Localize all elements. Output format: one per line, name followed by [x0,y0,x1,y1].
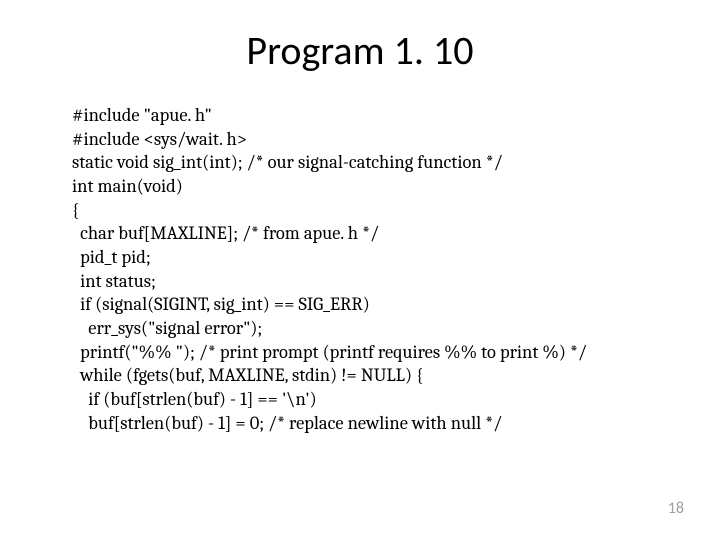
code-line: err_sys("signal error"); [72,317,672,341]
code-line: pid_t pid; [72,246,672,270]
slide: Program 1. 10 #include "apue. h" #includ… [0,0,720,540]
code-line: int main(void) [72,175,672,199]
code-line: #include "apue. h" [72,104,672,128]
code-line: if (signal(SIGINT, sig_int) == SIG_ERR) [72,293,672,317]
code-block: #include "apue. h" #include <sys/wait. h… [72,104,672,435]
code-line: #include <sys/wait. h> [72,128,672,152]
code-line: char buf[MAXLINE]; /* from apue. h */ [72,222,672,246]
slide-title: Program 1. 10 [0,26,720,75]
code-line: if (buf[strlen(buf) - 1] == '\n') [72,388,672,412]
code-line: int status; [72,270,672,294]
code-line: { [72,199,672,223]
code-line: while (fgets(buf, MAXLINE, stdin) != NUL… [72,364,672,388]
page-number: 18 [668,499,684,518]
code-line: static void sig_int(int); /* our signal-… [72,151,672,175]
code-line: printf("%% "); /* print prompt (printf r… [72,341,672,365]
code-line: buf[strlen(buf) - 1] = 0; /* replace new… [72,412,672,436]
